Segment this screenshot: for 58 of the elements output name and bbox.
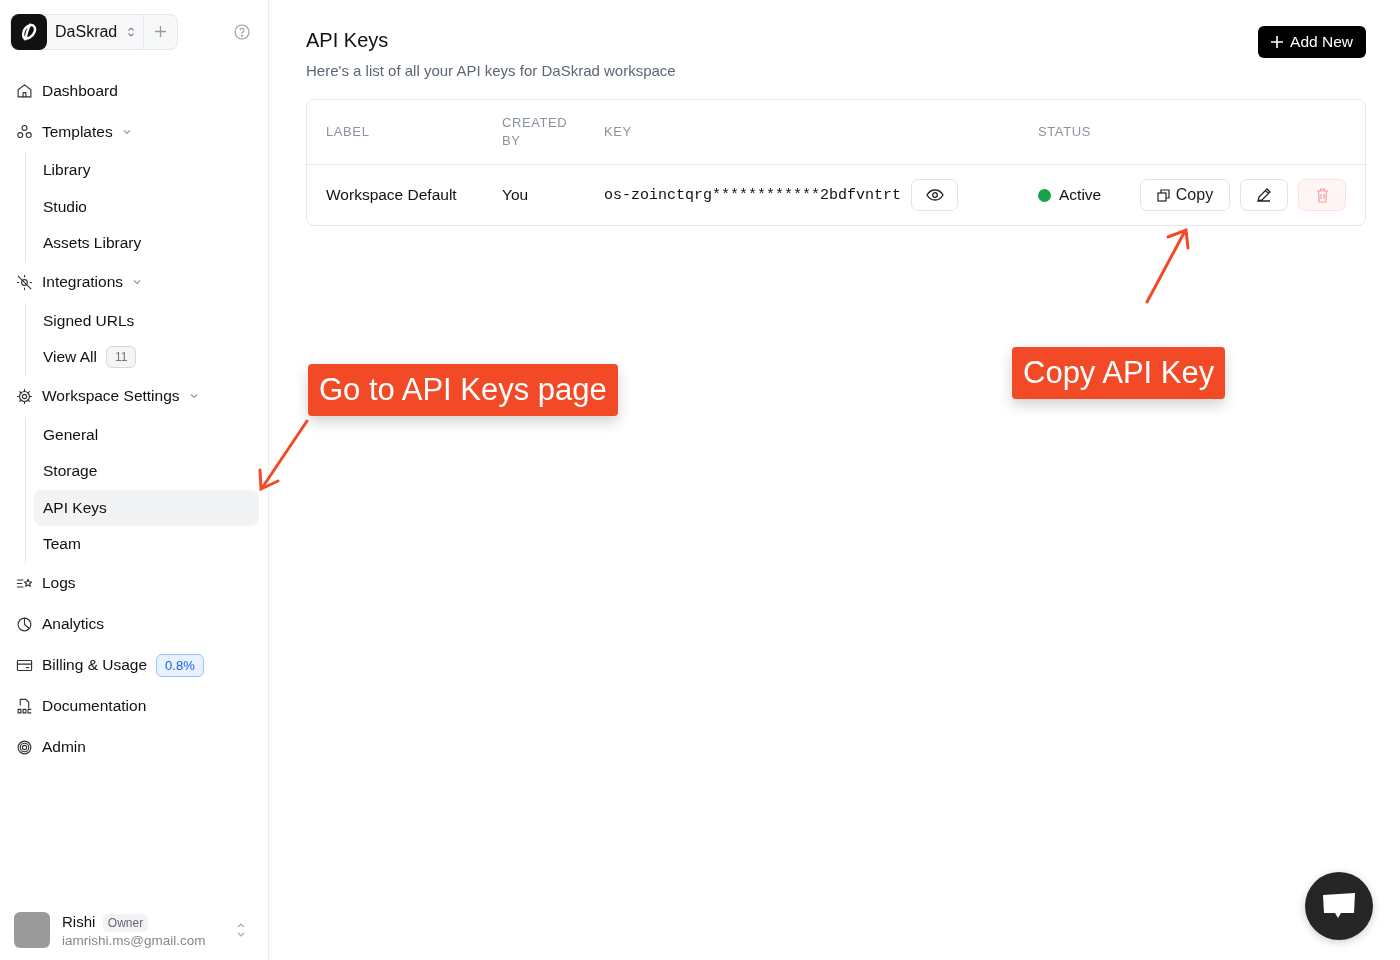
chevron-up-down-icon[interactable]	[236, 922, 246, 938]
annotation-callout: Go to API Keys page	[308, 364, 618, 416]
chevron-down-icon[interactable]	[188, 391, 199, 401]
pencil-icon	[1256, 187, 1272, 203]
column-header: CREATED BY	[502, 114, 569, 150]
avatar-placeholder	[14, 912, 50, 948]
plus-icon	[154, 24, 168, 38]
sidebar-item[interactable]: Studio	[34, 188, 259, 225]
count-badge: 11	[106, 346, 137, 369]
status-text: Active	[1059, 186, 1102, 204]
sidebar-item[interactable]: Integrations	[10, 261, 258, 303]
chevron-up-down-icon	[127, 26, 136, 38]
chart-icon	[16, 615, 33, 633]
sidebar-item[interactable]: Storage	[34, 453, 259, 490]
user-name: Rishi	[62, 912, 96, 930]
page-title: API Keys	[306, 29, 390, 52]
table-cell-text: You	[502, 186, 530, 204]
settings-icon	[16, 387, 33, 405]
home-icon	[16, 82, 33, 99]
circles-icon	[16, 123, 33, 140]
sidebar-item[interactable]: Workspace Settings	[10, 375, 258, 417]
sidebar-item[interactable]: Dashboard	[10, 70, 258, 111]
sidebar-item[interactable]: View All 11	[34, 339, 259, 376]
chevron-down-icon[interactable]	[132, 277, 142, 287]
chat-button[interactable]	[1305, 872, 1373, 940]
document-icon	[16, 697, 33, 715]
sidebar-item[interactable]: Team	[34, 526, 259, 563]
sidebar-item[interactable]: Signed URLs	[34, 302, 259, 339]
sidebar-item[interactable]: General	[34, 416, 259, 453]
plus-icon	[1270, 35, 1285, 49]
count-badge: 0.8%	[156, 653, 204, 677]
copy-icon	[1156, 188, 1170, 202]
table-cell-text: Workspace Default	[326, 186, 458, 204]
delete-button[interactable]	[1298, 179, 1346, 211]
api-key-text: os-zoinctqrg************2bdfvntrt	[604, 186, 902, 204]
reveal-button[interactable]	[911, 179, 959, 211]
column-header: KEY	[604, 123, 633, 141]
eye-icon	[925, 189, 944, 201]
user-email: iamrishi.ms@gmail.com	[62, 932, 206, 948]
sidebar-item[interactable]: Library	[34, 152, 259, 189]
sidebar-item[interactable]: Templates	[10, 111, 258, 152]
annotation-callout: Copy API Key	[1012, 347, 1226, 399]
sidebar-item[interactable]: Documentation	[10, 685, 258, 727]
copy-button[interactable]: Copy	[1140, 179, 1230, 211]
sidebar-item[interactable]: Analytics	[10, 603, 258, 645]
column-header: LABEL	[326, 123, 371, 141]
help-icon[interactable]	[234, 24, 250, 40]
trash-icon	[1315, 187, 1329, 203]
column-header: STATUS	[1038, 123, 1092, 141]
add-new-button[interactable]: Add New	[1258, 26, 1366, 58]
sidebar-item[interactable]: Logs	[10, 562, 258, 604]
sidebar-item[interactable]: Billing & Usage 0.8%	[10, 644, 258, 686]
sidebar-item[interactable]: API Keys	[34, 489, 259, 526]
sidebar-item[interactable]: Admin	[10, 726, 258, 768]
sidebar-item[interactable]: Assets Library	[34, 225, 259, 262]
role-badge: Owner	[102, 913, 149, 932]
edit-button[interactable]	[1240, 179, 1288, 211]
page-subtitle: Here's a list of all your API keys for DaSkrad workspace	[306, 62, 676, 79]
